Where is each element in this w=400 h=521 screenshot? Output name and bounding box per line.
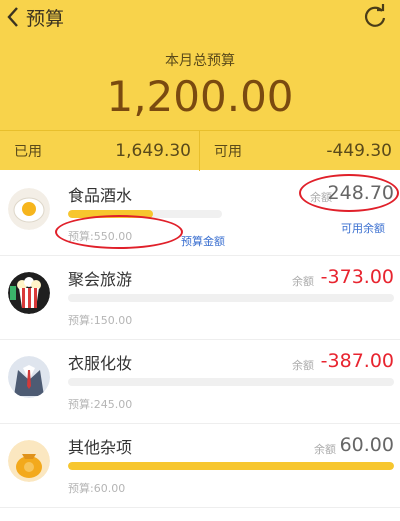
budget-amount: 预算:150.00	[68, 314, 133, 327]
back-button[interactable]: 预算	[6, 4, 96, 30]
budget-amount: 预算:60.00	[68, 482, 126, 495]
stats-row: 已用 1,649.30 可用 -449.30	[0, 130, 400, 171]
progress-track	[68, 378, 394, 386]
summary-header: 预算 本月总预算 1,200.00 已用 1,649.30 可用 -449.30	[0, 0, 400, 171]
used-value: 1,649.30	[115, 141, 191, 161]
used-stat: 已用 1,649.30	[0, 131, 200, 171]
popcorn-icon	[8, 272, 50, 314]
remaining-label: 余额	[314, 443, 336, 456]
fried-egg-icon	[8, 188, 50, 230]
money-bag-icon	[8, 440, 50, 482]
item-name: 其他杂项	[68, 438, 133, 457]
budget-highlight-ellipse	[55, 215, 183, 249]
budget-item-misc[interactable]: 其他杂项 余额 60.00 预算:60.00	[0, 424, 400, 508]
budget-amount: 预算:245.00	[68, 398, 133, 411]
month-budget-total: 1,200.00	[106, 72, 294, 121]
refresh-button[interactable]	[360, 2, 390, 32]
remaining-label: 余额	[292, 359, 314, 372]
progress-fill	[68, 462, 394, 470]
budget-item-clothes[interactable]: 衣服化妆 余额 -387.00 预算:245.00	[0, 340, 400, 424]
suit-icon	[8, 356, 50, 398]
item-name: 食品酒水	[68, 186, 133, 205]
remaining-value: -373.00	[320, 266, 394, 288]
available-balance-annotation: 可用余额	[341, 222, 385, 235]
page-title: 预算	[26, 7, 65, 30]
budget-amount-annotation: 预算金额	[181, 235, 225, 248]
available-label: 可用	[214, 144, 242, 160]
progress-track	[68, 462, 394, 470]
item-name: 聚会旅游	[68, 270, 133, 289]
item-name: 衣服化妆	[68, 354, 133, 373]
chevron-left-icon	[7, 7, 18, 27]
available-value: -449.30	[326, 141, 392, 161]
refresh-icon	[364, 4, 386, 27]
available-stat: 可用 -449.30	[200, 131, 400, 171]
progress-track	[68, 294, 394, 302]
remaining-value: 60.00	[339, 434, 394, 456]
remaining-highlight-ellipse	[299, 174, 399, 212]
month-budget-label: 本月总预算	[165, 53, 235, 69]
used-label: 已用	[14, 144, 42, 160]
budget-item-travel[interactable]: 聚会旅游 余额 -373.00 预算:150.00	[0, 256, 400, 340]
remaining-value: -387.00	[320, 350, 394, 372]
remaining-label: 余额	[292, 275, 314, 288]
